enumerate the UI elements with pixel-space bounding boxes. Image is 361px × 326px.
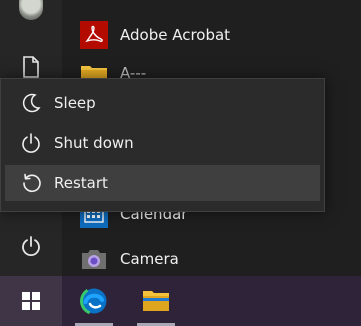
app-label: Camera [120,250,179,268]
power-icon[interactable] [14,229,48,263]
app-adobe-acrobat[interactable]: Adobe Acrobat [80,15,230,55]
menu-item-shut-down[interactable]: Shut down [5,125,320,161]
user-avatar-icon[interactable] [19,0,43,20]
microsoft-edge-icon [80,287,108,315]
app-camera[interactable]: Camera [80,239,179,279]
start-menu-screen: Adobe Acrobat A--- Calendar Camera Sleep… [0,0,361,326]
restart-icon [17,169,45,197]
menu-item-label: Restart [54,174,108,192]
start-button[interactable] [0,276,62,326]
folder-icon [143,291,169,311]
power-shape [22,236,40,257]
sleep-moon-icon [17,89,45,117]
camera-shape [82,250,106,269]
menu-item-sleep[interactable]: Sleep [5,85,320,121]
menu-item-restart[interactable]: Restart [5,165,320,201]
moon-shape [22,93,41,113]
adobe-acrobat-icon [80,21,108,49]
edge-button[interactable] [66,276,122,326]
power-icon [17,129,45,157]
windows-logo-icon [22,292,40,310]
taskbar [0,276,361,326]
app-label: Adobe Acrobat [120,26,231,44]
restart-shape [23,173,41,193]
power-shape [22,133,40,153]
menu-item-label: Sleep [54,94,96,112]
file-explorer-button[interactable] [128,276,184,326]
camera-icon [80,245,108,273]
acrobat-glyph [85,25,103,43]
power-options-menu: Sleep Shut down Restart [0,78,325,212]
menu-item-label: Shut down [54,134,134,152]
document-shape [23,56,39,78]
